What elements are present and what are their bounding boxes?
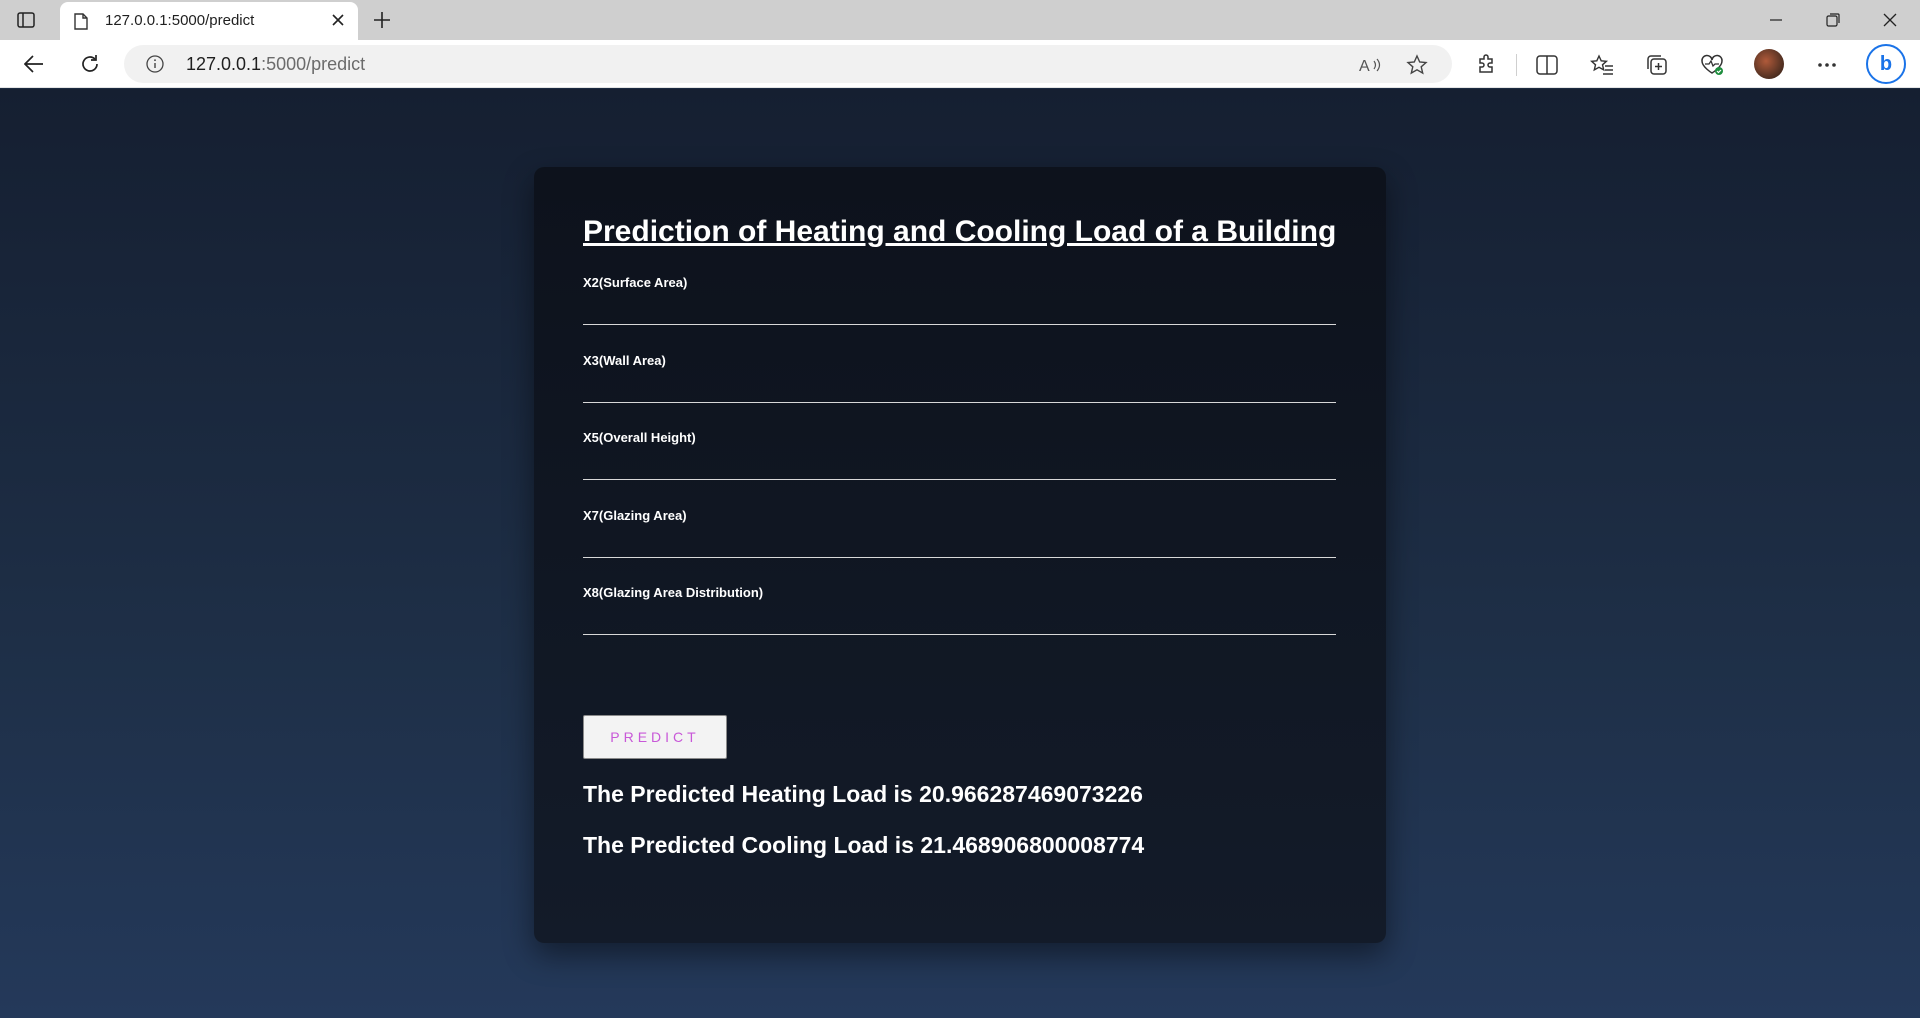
heating-load-result: The Predicted Heating Load is 20.9662874… (583, 781, 1143, 807)
url-text[interactable]: 127.0.0.1:5000/predict (186, 54, 365, 75)
surface-area-field: X2(Surface Area) (583, 275, 1336, 335)
split-screen-icon[interactable] (1535, 53, 1559, 77)
site-info-icon[interactable] (146, 55, 164, 73)
restore-icon[interactable] (1813, 6, 1853, 34)
page-background: Prediction of Heating and Cooling Load o… (0, 89, 1920, 1018)
surface-area-input[interactable] (583, 297, 1336, 325)
glazing-distribution-field: X8(Glazing Area Distribution) (583, 585, 1336, 645)
overall-height-label: X5(Overall Height) (583, 430, 696, 445)
svg-text:A: A (1359, 58, 1370, 74)
close-window-icon[interactable] (1870, 6, 1910, 34)
wall-area-field: X3(Wall Area) (583, 353, 1336, 413)
wall-area-input[interactable] (583, 375, 1336, 403)
page-icon (74, 13, 88, 30)
overall-height-input[interactable] (583, 452, 1336, 480)
tab-actions-icon[interactable] (14, 8, 38, 32)
favorite-star-icon[interactable] (1406, 54, 1428, 76)
glazing-area-field: X7(Glazing Area) (583, 508, 1336, 568)
wall-area-label: X3(Wall Area) (583, 353, 666, 368)
prediction-card: Prediction of Heating and Cooling Load o… (534, 167, 1386, 943)
cooling-load-result: The Predicted Cooling Load is 21.4689068… (583, 832, 1145, 858)
predict-button[interactable]: PREDICT (583, 715, 727, 759)
new-tab-icon[interactable] (368, 6, 396, 34)
tab-bar: 127.0.0.1:5000/predict (0, 0, 1920, 40)
refresh-icon[interactable] (74, 48, 106, 80)
extensions-icon[interactable] (1474, 53, 1498, 77)
toolbar-separator (1516, 54, 1517, 76)
collections-icon[interactable] (1645, 53, 1669, 77)
browser-toolbar: 127.0.0.1:5000/predict A b (0, 40, 1920, 88)
browser-essentials-icon[interactable] (1700, 53, 1724, 77)
overall-height-field: X5(Overall Height) (583, 430, 1336, 490)
address-bar[interactable]: 127.0.0.1:5000/predict A (124, 45, 1452, 83)
back-icon[interactable] (18, 48, 50, 80)
tab-title: 127.0.0.1:5000/predict (105, 12, 255, 29)
glazing-area-input[interactable] (583, 530, 1336, 558)
page-title: Prediction of Heating and Cooling Load o… (583, 215, 1337, 248)
favorites-icon[interactable] (1590, 53, 1614, 77)
minimize-icon[interactable] (1756, 6, 1796, 34)
glazing-area-label: X7(Glazing Area) (583, 508, 687, 523)
glazing-distribution-input[interactable] (583, 607, 1336, 635)
active-tab[interactable]: 127.0.0.1:5000/predict (60, 2, 358, 40)
glazing-distribution-label: X8(Glazing Area Distribution) (583, 585, 764, 600)
copilot-bing-icon[interactable]: b (1866, 44, 1906, 84)
more-options-icon[interactable] (1815, 53, 1839, 77)
surface-area-label: X2(Surface Area) (583, 275, 688, 290)
read-aloud-icon[interactable]: A (1359, 54, 1381, 76)
profile-avatar[interactable] (1754, 49, 1784, 79)
close-tab-icon[interactable] (328, 10, 348, 30)
